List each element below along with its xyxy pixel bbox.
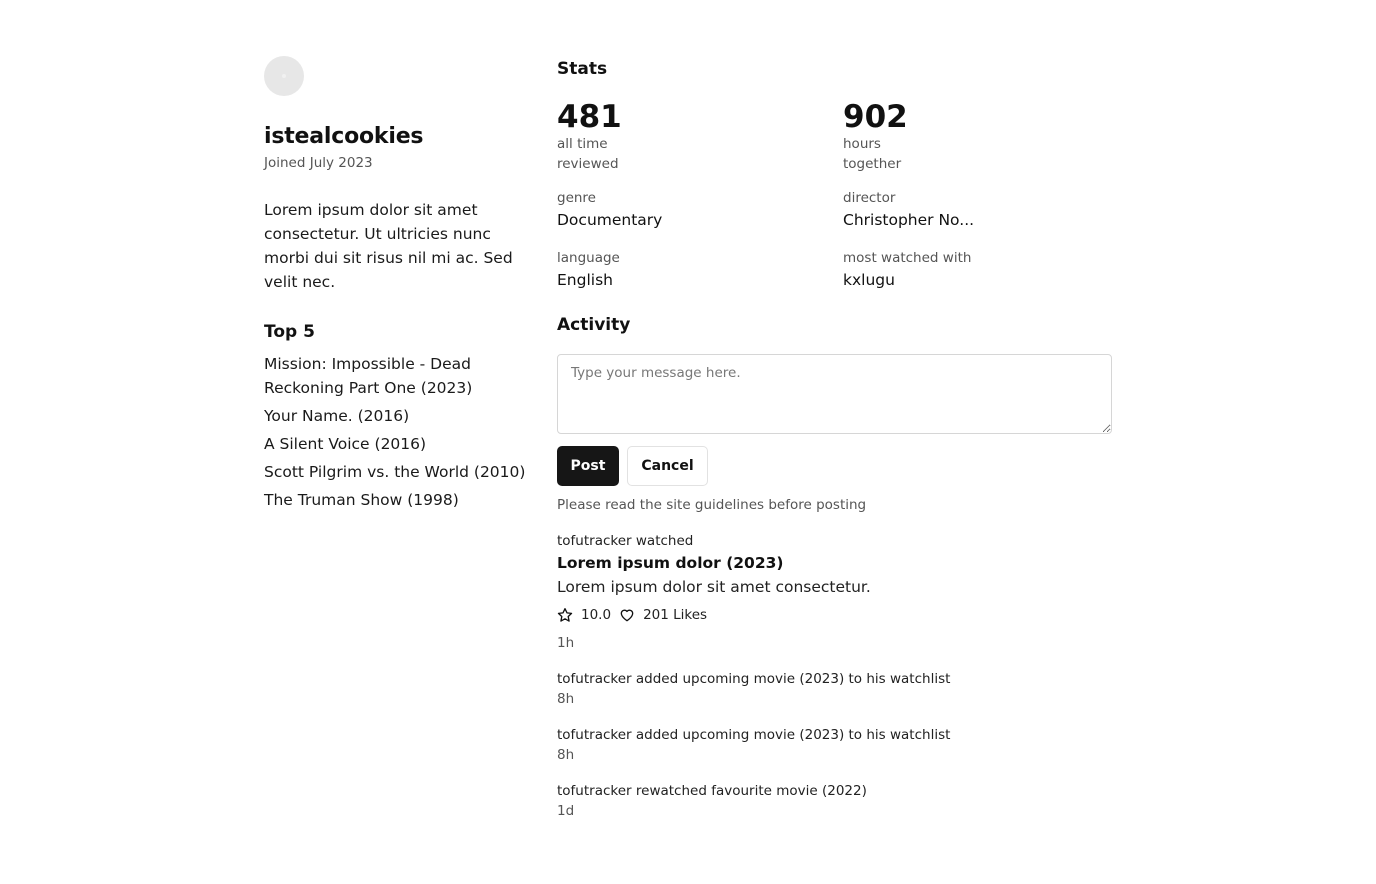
top-five-title: Top 5 — [264, 322, 315, 342]
top-movie-item[interactable]: Scott Pilgrim vs. the World (2010) — [264, 460, 526, 484]
watched-with-value[interactable]: kxlugu — [843, 268, 1112, 292]
director-value: Christopher No... — [843, 211, 975, 229]
stats-grid: 481 all time reviewed 902 hours together… — [557, 100, 1112, 292]
feed-action: tofutracker watched — [557, 533, 694, 549]
stat-watched-with: most watched with kxlugu — [843, 248, 1112, 292]
hours-label: hours together — [843, 136, 902, 172]
feed-item: tofutracker added upcoming movie (2023) … — [557, 725, 1112, 765]
feed-time: 1h — [557, 635, 575, 651]
feed-time: 8h — [557, 747, 575, 763]
heart-icon[interactable] — [619, 607, 635, 623]
reviewed-count: 481 — [557, 99, 622, 135]
feed-movie-title[interactable]: Lorem ipsum dolor (2023) — [557, 551, 1112, 575]
profile-sidebar: istealcookies Joined July 2023 Lorem ips… — [264, 56, 526, 516]
feed-time: 1d — [557, 803, 575, 819]
stat-hours: 902 hours together — [843, 100, 1112, 174]
genre-value: Documentary — [557, 211, 663, 229]
likes-count: 201 Likes — [643, 607, 708, 623]
top-movie-item[interactable]: Your Name. (2016) — [264, 404, 526, 428]
top-movie-item[interactable]: The Truman Show (1998) — [264, 488, 526, 512]
activity-title: Activity — [557, 315, 631, 335]
cancel-button[interactable]: Cancel — [627, 446, 708, 486]
director-label: director — [843, 190, 896, 206]
username: istealcookies — [264, 124, 424, 149]
feed-action: tofutracker added upcoming movie (2023) … — [557, 671, 951, 687]
bio: Lorem ipsum dolor sit amet consectetur. … — [264, 201, 513, 291]
star-icon — [557, 607, 573, 623]
hours-count: 902 — [843, 99, 908, 135]
watched-with-label: most watched with — [843, 250, 972, 266]
feed-meta: 10.0 201 Likes — [557, 605, 1112, 625]
genre-label: genre — [557, 190, 596, 206]
post-button[interactable]: Post — [557, 446, 619, 486]
feed-review-text: Lorem ipsum dolor sit amet consectetur. — [557, 578, 871, 596]
stat-genre: genre Documentary — [557, 188, 843, 232]
composer-actions: Post Cancel — [557, 446, 1112, 486]
feed-action: tofutracker added upcoming movie (2023) … — [557, 727, 951, 743]
reviewed-label: all time reviewed — [557, 136, 619, 172]
activity-feed: tofutracker watched Lorem ipsum dolor (2… — [557, 531, 1112, 821]
avatar[interactable] — [264, 56, 304, 96]
guidelines-hint: Please read the site guidelines before p… — [557, 497, 867, 513]
stat-reviewed: 481 all time reviewed — [557, 100, 843, 174]
rating-value: 10.0 — [581, 607, 612, 623]
main-content: Stats 481 all time reviewed 902 hours to… — [557, 56, 1112, 837]
stat-language: language English — [557, 248, 843, 292]
stat-director: director Christopher No... — [843, 188, 1112, 232]
stats-title: Stats — [557, 59, 608, 79]
feed-time: 8h — [557, 691, 575, 707]
feed-item: tofutracker rewatched favourite movie (2… — [557, 781, 1112, 821]
language-value: English — [557, 271, 613, 289]
feed-item: tofutracker watched Lorem ipsum dolor (2… — [557, 531, 1112, 653]
top-five-list: Mission: Impossible - Dead Reckoning Par… — [264, 352, 526, 512]
language-label: language — [557, 250, 620, 266]
top-movie-item[interactable]: Mission: Impossible - Dead Reckoning Par… — [264, 352, 526, 400]
feed-item: tofutracker added upcoming movie (2023) … — [557, 669, 1112, 709]
message-input[interactable] — [557, 354, 1112, 434]
top-movie-item[interactable]: A Silent Voice (2016) — [264, 432, 526, 456]
joined-date: Joined July 2023 — [264, 155, 373, 171]
feed-action: tofutracker rewatched favourite movie (2… — [557, 783, 867, 799]
